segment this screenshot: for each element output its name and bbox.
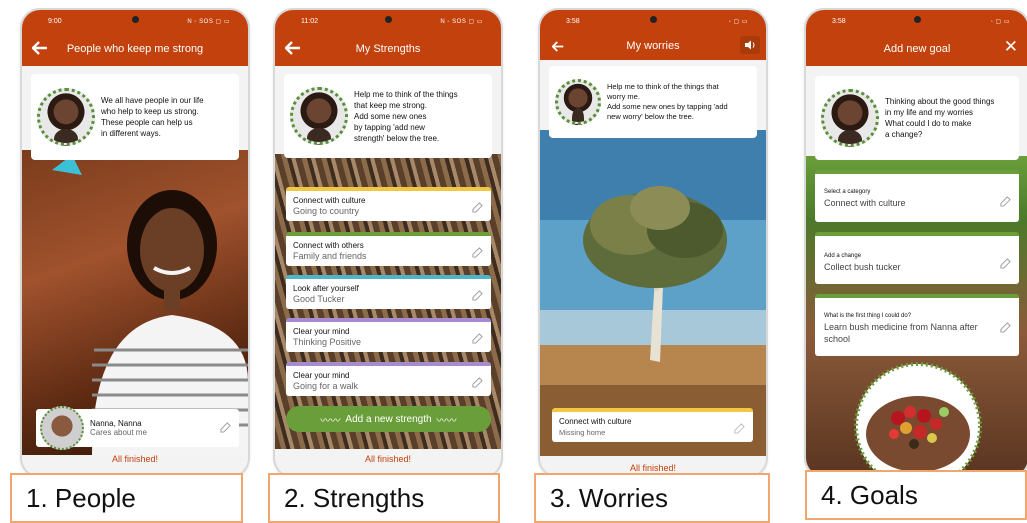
strength-card[interactable]: Clear your mind Going for a walk	[286, 362, 491, 396]
edit-icon[interactable]	[1000, 322, 1011, 333]
strength-card[interactable]: Connect with others Family and friends	[286, 232, 491, 266]
edit-icon[interactable]	[734, 423, 745, 434]
status-icons: N ◦ SOS ▢ ▭	[440, 18, 483, 25]
back-arrow-icon[interactable]	[284, 39, 302, 57]
caption-worries: 3. Worries	[534, 473, 770, 523]
back-arrow-icon[interactable]	[549, 37, 567, 55]
camera-dot	[132, 16, 139, 23]
app-bar: My Strengths	[275, 32, 501, 66]
intro-card: Thinking about the good things in my lif…	[815, 76, 1019, 160]
page-title: People who keep me strong	[66, 43, 204, 55]
first-step-field[interactable]: What is the first thing I could do? Lear…	[815, 294, 1019, 356]
status-icons: N ◦ SOS ▢ ▭	[187, 18, 230, 25]
person-name: Nanna, Nanna	[90, 419, 142, 428]
status-time: 3:58	[566, 17, 580, 25]
guide-avatar	[821, 89, 879, 147]
camera-dot	[650, 16, 657, 23]
person-card[interactable]: Nanna, Nanna Cares about me	[36, 406, 239, 450]
status-time: 11:02	[301, 17, 318, 25]
intro-text: Help me to think of the things that keep…	[354, 89, 458, 143]
wave-right-icon: 〰〰	[436, 415, 457, 427]
edit-icon[interactable]	[472, 247, 483, 258]
phone-strengths: 11:02 N ◦ SOS ▢ ▭ My Strengths Help me t…	[275, 10, 501, 476]
status-icons: ◦ ▢ ▭	[728, 18, 748, 25]
intro-card: Help me to think of the things that worr…	[549, 66, 757, 138]
app-bar: Add new goal ✕	[806, 32, 1027, 66]
change-field[interactable]: Add a change Collect bush tucker	[815, 232, 1019, 284]
phone-goals: 3:58 ◦ ▢ ▭ Add new goal ✕ Thinking about…	[806, 10, 1027, 476]
edit-icon[interactable]	[472, 290, 483, 301]
edit-icon[interactable]	[472, 202, 483, 213]
edit-icon[interactable]	[472, 333, 483, 344]
finished-link[interactable]: All finished!	[275, 454, 501, 464]
phone-worries: 3:58 ◦ ▢ ▭ My worries Help me to think o…	[540, 10, 766, 476]
intro-text: We all have people in our life who help …	[101, 96, 204, 138]
status-time: 9:00	[48, 17, 62, 25]
category-field[interactable]: Select a category Connect with culture	[815, 170, 1019, 222]
app-bar: My worries	[540, 32, 766, 60]
guide-avatar	[555, 79, 601, 125]
phone-people: 9:00 N ◦ SOS ▢ ▭ People who keep me stro…	[22, 10, 248, 476]
status-time: 3:58	[832, 17, 846, 25]
camera-dot	[914, 16, 921, 23]
strength-card[interactable]: Connect with culture Going to country	[286, 187, 491, 221]
person-note: Cares about me	[90, 428, 147, 437]
intro-card: We all have people in our life who help …	[31, 74, 239, 160]
caption-people: 1. People	[10, 473, 243, 523]
close-icon[interactable]: ✕	[1004, 38, 1018, 56]
caption-strengths: 2. Strengths	[268, 473, 500, 523]
finished-link[interactable]: All finished!	[22, 454, 248, 464]
back-arrow-icon[interactable]	[31, 39, 49, 57]
add-strength-button[interactable]: 〰〰 Add a new strength 〰〰	[286, 406, 491, 432]
edit-icon[interactable]	[220, 422, 231, 433]
status-icons: ◦ ▢ ▭	[990, 18, 1010, 25]
finished-link[interactable]: All finished!	[540, 463, 766, 473]
page-title: Add new goal	[883, 43, 951, 55]
wave-left-icon: 〰〰	[320, 415, 341, 427]
caption-goals: 4. Goals	[805, 470, 1027, 520]
edit-icon[interactable]	[472, 377, 483, 388]
page-title: My worries	[626, 40, 680, 52]
guide-avatar	[290, 87, 348, 145]
camera-dot	[385, 16, 392, 23]
edit-icon[interactable]	[1000, 258, 1011, 269]
worry-card[interactable]: Connect with culture Missing home	[552, 408, 753, 442]
speaker-icon[interactable]	[740, 36, 760, 54]
intro-text: Thinking about the good things in my lif…	[885, 97, 995, 139]
intro-text: Help me to think of the things that worr…	[607, 82, 728, 121]
guide-avatar	[37, 88, 95, 146]
strength-card[interactable]: Clear your mind Thinking Positive	[286, 318, 491, 352]
strength-card[interactable]: Look after yourself Good Tucker	[286, 275, 491, 309]
person-avatar	[40, 406, 84, 450]
app-bar: People who keep me strong	[22, 32, 248, 66]
page-title: My Strengths	[355, 43, 421, 55]
intro-card: Help me to think of the things that keep…	[284, 74, 492, 158]
edit-icon[interactable]	[1000, 196, 1011, 207]
